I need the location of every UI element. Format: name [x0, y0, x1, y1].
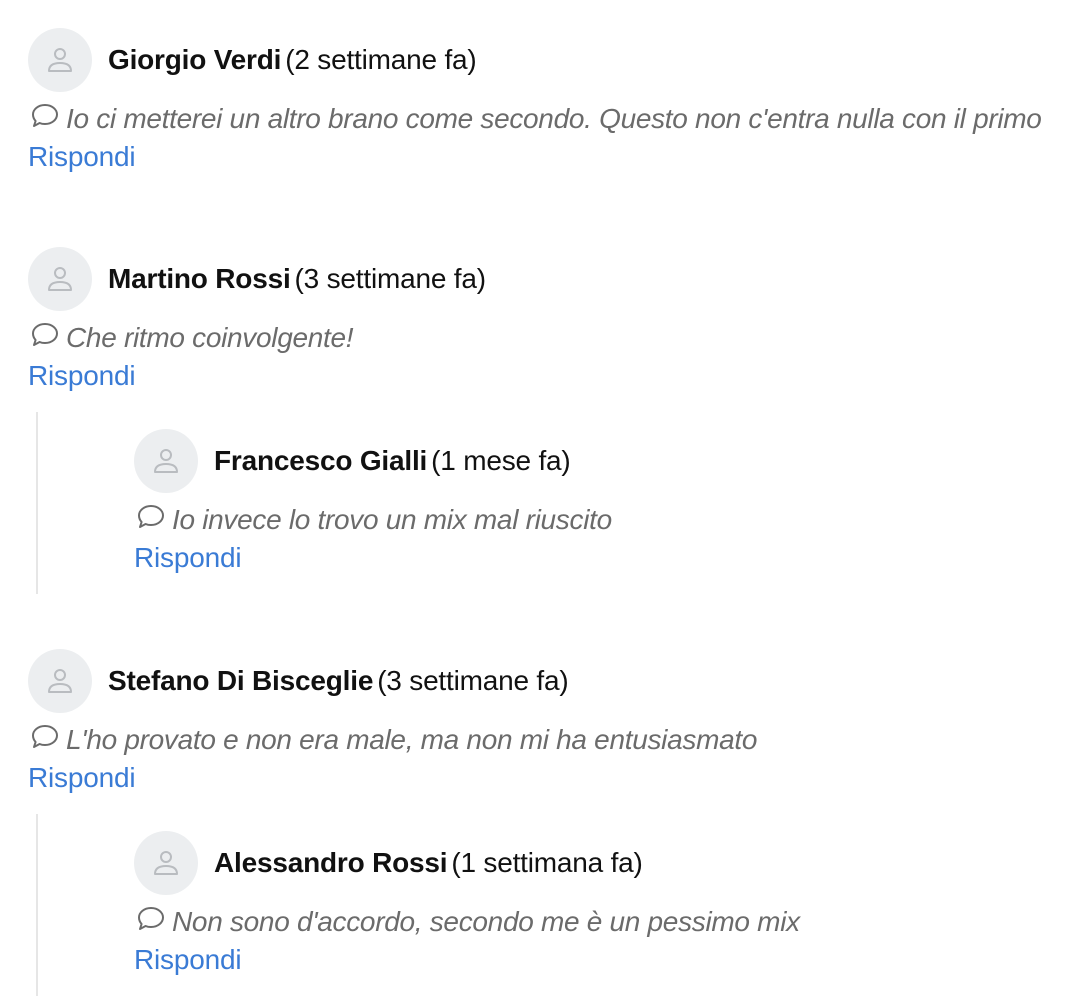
comment-body: Non sono d'accordo, secondo me è un pess… [134, 903, 800, 941]
speech-bubble-icon [138, 907, 164, 930]
comment-body: Io invece lo trovo un mix mal riuscito [134, 501, 612, 539]
reply-link[interactable]: Rispondi [28, 138, 1042, 176]
avatar [134, 831, 198, 895]
comment-text: Che ritmo coinvolgente! [66, 322, 354, 353]
comment-author: Stefano Di Bisceglie [108, 665, 374, 696]
reply-link[interactable]: Rispondi [134, 941, 800, 979]
avatar [28, 28, 92, 92]
comment-text: L'ho provato e non era male, ma non mi h… [66, 724, 758, 755]
comment-text: Io invece lo trovo un mix mal riuscito [172, 504, 612, 535]
reply-link[interactable]: Rispondi [28, 759, 757, 797]
avatar [134, 429, 198, 493]
speech-bubble-icon [32, 323, 58, 346]
comment-author: Martino Rossi [108, 263, 291, 294]
comment-meta: Martino Rossi (3 settimane fa) [108, 263, 486, 295]
user-icon [48, 48, 72, 72]
comment-author: Giorgio Verdi [108, 44, 282, 75]
user-icon [48, 267, 72, 291]
reply-thread-line [36, 412, 38, 594]
reply-link[interactable]: Rispondi [28, 357, 486, 395]
speech-bubble-icon [138, 505, 164, 528]
reply-item: Francesco Gialli (1 mese fa) Io invece lo… [134, 429, 612, 577]
speech-bubble-icon [32, 104, 58, 127]
comment-author: Francesco Gialli [214, 445, 428, 476]
comment-item: Giorgio Verdi (2 settimane fa) Io ci mett… [28, 28, 1042, 176]
comment-header: Giorgio Verdi (2 settimane fa) [28, 28, 1042, 92]
reply-link[interactable]: Rispondi [134, 539, 612, 577]
reply-thread-line [36, 814, 38, 996]
comment-time: (1 mese fa) [431, 445, 571, 476]
comment-body: Io ci metterei un altro brano come secon… [28, 100, 1042, 138]
comment-text: Io ci metterei un altro brano come secon… [66, 103, 1042, 134]
comment-meta: Giorgio Verdi (2 settimane fa) [108, 44, 477, 76]
comment-time: (3 settimane fa) [377, 665, 569, 696]
user-icon [154, 851, 178, 875]
speech-bubble-icon [32, 725, 58, 748]
comment-header: Alessandro Rossi (1 settimana fa) [134, 831, 800, 895]
comment-header: Stefano Di Bisceglie (3 settimane fa) [28, 649, 757, 713]
user-icon [154, 449, 178, 473]
comment-meta: Francesco Gialli (1 mese fa) [214, 445, 571, 477]
comment-meta: Alessandro Rossi (1 settimana fa) [214, 847, 643, 879]
comment-time: (1 settimana fa) [451, 847, 643, 878]
comment-item: Martino Rossi (3 settimane fa) Che ritmo … [28, 247, 486, 395]
comment-meta: Stefano Di Bisceglie (3 settimane fa) [108, 665, 569, 697]
comment-author: Alessandro Rossi [214, 847, 448, 878]
comment-text: Non sono d'accordo, secondo me è un pess… [172, 906, 800, 937]
avatar [28, 247, 92, 311]
comment-time: (2 settimane fa) [285, 44, 477, 75]
comment-time: (3 settimane fa) [294, 263, 487, 294]
avatar [28, 649, 92, 713]
comment-header: Francesco Gialli (1 mese fa) [134, 429, 612, 493]
comment-item: Stefano Di Bisceglie (3 settimane fa) L'h… [28, 649, 757, 797]
comment-body: Che ritmo coinvolgente! [28, 319, 486, 357]
reply-item: Alessandro Rossi (1 settimana fa) Non son… [134, 831, 800, 979]
user-icon [48, 669, 72, 693]
comment-body: L'ho provato e non era male, ma non mi h… [28, 721, 757, 759]
comment-header: Martino Rossi (3 settimane fa) [28, 247, 486, 311]
